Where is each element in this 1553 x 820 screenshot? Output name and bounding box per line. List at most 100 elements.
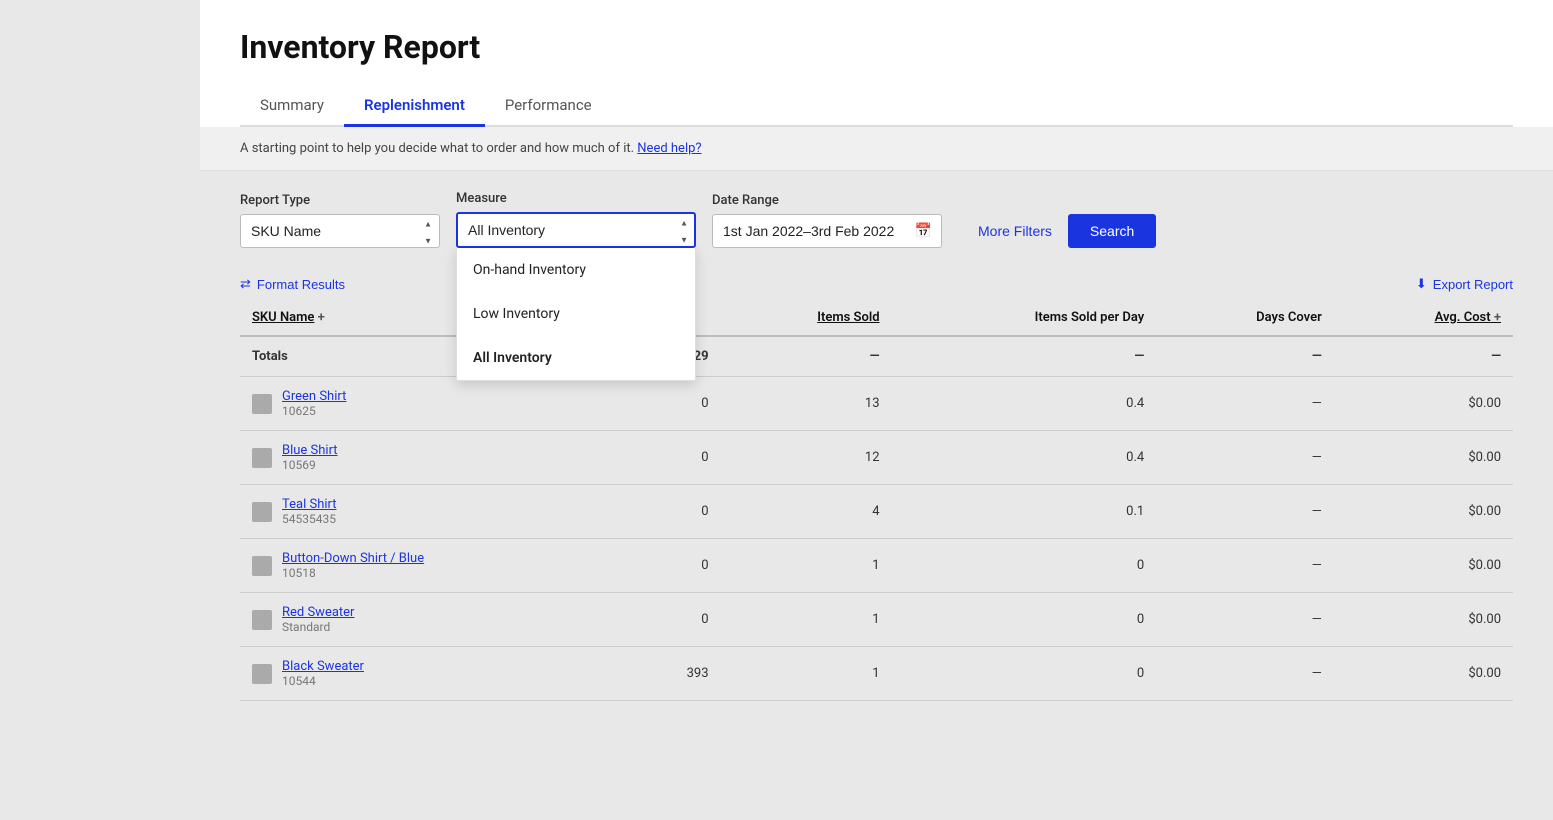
- row-sku-cell: Blue Shirt 10569: [240, 431, 629, 485]
- measure-group: Measure All Inventory On-hand Inventory …: [456, 191, 696, 248]
- page-title: Inventory Report: [240, 28, 1513, 66]
- date-range-group: Date Range 📅: [712, 193, 942, 248]
- row-sku-icon: [252, 502, 272, 522]
- row-items-sold: 13: [721, 377, 892, 431]
- row-days-cover: —: [1156, 431, 1334, 485]
- totals-items-sold: —: [721, 336, 892, 377]
- more-filters-button[interactable]: More Filters: [974, 215, 1056, 247]
- row-sku-code: 10518: [282, 566, 424, 580]
- sku-name-header: SKU Name: [252, 310, 314, 325]
- row-sku-icon: [252, 610, 272, 630]
- table-row: Button-Down Shirt / Blue 10518 0 1 0 — $…: [240, 539, 1513, 593]
- row-sku-name[interactable]: Teal Shirt: [282, 497, 337, 512]
- export-report-button[interactable]: ⬇ Export Report: [1416, 276, 1513, 292]
- date-range-input[interactable]: [712, 214, 942, 248]
- col-items-sold[interactable]: Items Sold: [721, 300, 892, 336]
- table-wrapper: SKU Name + Items Sold Items Sold per Day…: [200, 300, 1553, 741]
- search-button[interactable]: Search: [1068, 214, 1156, 248]
- row-items-sold: 12: [721, 431, 892, 485]
- table-header-row: SKU Name + Items Sold Items Sold per Day…: [240, 300, 1513, 336]
- table-controls: ⇄ Format Results ⬇ Export Report: [200, 268, 1553, 300]
- row-on-hand: 0: [629, 485, 721, 539]
- row-avg-cost: $0.00: [1334, 647, 1513, 701]
- row-items-sold: 1: [721, 593, 892, 647]
- format-results-label: Format Results: [257, 277, 345, 292]
- row-sku-info: Button-Down Shirt / Blue 10518: [282, 551, 424, 580]
- row-sku-code: 10544: [282, 674, 364, 688]
- tab-replenishment[interactable]: Replenishment: [344, 86, 485, 127]
- row-on-hand: 0: [629, 431, 721, 485]
- totals-days-cover: —: [1156, 336, 1334, 377]
- row-items-sold: 1: [721, 539, 892, 593]
- action-buttons: More Filters Search: [966, 214, 1156, 248]
- filters-section: Report Type SKU Name Measure All Invento…: [200, 171, 1553, 268]
- row-sku-code: Standard: [282, 620, 354, 634]
- description-text: A starting point to help you decide what…: [240, 141, 634, 156]
- col-items-sold-per-day: Items Sold per Day: [892, 300, 1157, 336]
- row-avg-cost: $0.00: [1334, 485, 1513, 539]
- row-sku-icon: [252, 448, 272, 468]
- measure-option-all[interactable]: All Inventory: [457, 336, 695, 380]
- row-sku-name[interactable]: Black Sweater: [282, 659, 364, 674]
- table-row: Red Sweater Standard 0 1 0 — $0.00: [240, 593, 1513, 647]
- row-sku-cell: Red Sweater Standard: [240, 593, 629, 647]
- row-items-sold-per-day: 0: [892, 539, 1157, 593]
- measure-select[interactable]: All Inventory: [456, 212, 696, 248]
- col-avg-cost[interactable]: Avg. Cost +: [1334, 300, 1513, 336]
- row-sku-cell: Button-Down Shirt / Blue 10518: [240, 539, 629, 593]
- row-sku-name[interactable]: Green Shirt: [282, 389, 346, 404]
- row-items-sold-per-day: 0.4: [892, 377, 1157, 431]
- inventory-table: SKU Name + Items Sold Items Sold per Day…: [240, 300, 1513, 701]
- row-items-sold-per-day: 0.1: [892, 485, 1157, 539]
- row-days-cover: —: [1156, 485, 1334, 539]
- row-sku-name[interactable]: Blue Shirt: [282, 443, 338, 458]
- sku-name-plus[interactable]: +: [318, 310, 325, 325]
- table-row: Blue Shirt 10569 0 12 0.4 — $0.00: [240, 431, 1513, 485]
- row-items-sold-per-day: 0: [892, 593, 1157, 647]
- need-help-link[interactable]: Need help?: [637, 141, 701, 156]
- table-row: Black Sweater 10544 393 1 0 — $0.00: [240, 647, 1513, 701]
- row-sku-icon: [252, 394, 272, 414]
- row-items-sold: 1: [721, 647, 892, 701]
- row-sku-info: Red Sweater Standard: [282, 605, 354, 634]
- row-avg-cost: $0.00: [1334, 539, 1513, 593]
- description-bar: A starting point to help you decide what…: [200, 127, 1553, 171]
- measure-option-low[interactable]: Low Inventory: [457, 292, 695, 336]
- measure-option-on-hand[interactable]: On-hand Inventory: [457, 248, 695, 292]
- report-type-select[interactable]: SKU Name: [240, 214, 440, 248]
- measure-label: Measure: [456, 191, 696, 206]
- row-sku-icon: [252, 664, 272, 684]
- row-sku-name[interactable]: Red Sweater: [282, 605, 354, 620]
- row-items-sold-per-day: 0.4: [892, 431, 1157, 485]
- tab-bar: Summary Replenishment Performance: [240, 86, 1513, 127]
- row-on-hand: 0: [629, 377, 721, 431]
- row-sku-info: Black Sweater 10544: [282, 659, 364, 688]
- export-icon: ⬇: [1416, 276, 1427, 292]
- date-range-wrapper: 📅: [712, 214, 942, 248]
- format-results-icon: ⇄: [240, 276, 251, 292]
- row-avg-cost: $0.00: [1334, 431, 1513, 485]
- totals-avg-cost: —: [1334, 336, 1513, 377]
- row-on-hand: 393: [629, 647, 721, 701]
- export-report-label: Export Report: [1433, 277, 1513, 292]
- report-type-select-wrapper: SKU Name: [240, 214, 440, 248]
- row-sku-info: Teal Shirt 54535435: [282, 497, 337, 526]
- avg-cost-plus[interactable]: +: [1491, 310, 1501, 325]
- calendar-icon[interactable]: 📅: [915, 223, 932, 239]
- row-sku-code: 54535435: [282, 512, 337, 526]
- row-sku-cell: Black Sweater 10544: [240, 647, 629, 701]
- row-sku-name[interactable]: Button-Down Shirt / Blue: [282, 551, 424, 566]
- row-days-cover: —: [1156, 593, 1334, 647]
- row-avg-cost: $0.00: [1334, 593, 1513, 647]
- row-sku-info: Green Shirt 10625: [282, 389, 346, 418]
- row-sku-info: Blue Shirt 10569: [282, 443, 338, 472]
- totals-items-sold-per-day: —: [892, 336, 1157, 377]
- row-on-hand: 0: [629, 593, 721, 647]
- avg-cost-label: Avg. Cost: [1435, 310, 1491, 325]
- format-results-button[interactable]: ⇄ Format Results: [240, 276, 345, 292]
- tab-performance[interactable]: Performance: [485, 86, 612, 127]
- tab-summary[interactable]: Summary: [240, 86, 344, 127]
- row-sku-icon: [252, 556, 272, 576]
- table-row: Teal Shirt 54535435 0 4 0.1 — $0.00: [240, 485, 1513, 539]
- row-on-hand: 0: [629, 539, 721, 593]
